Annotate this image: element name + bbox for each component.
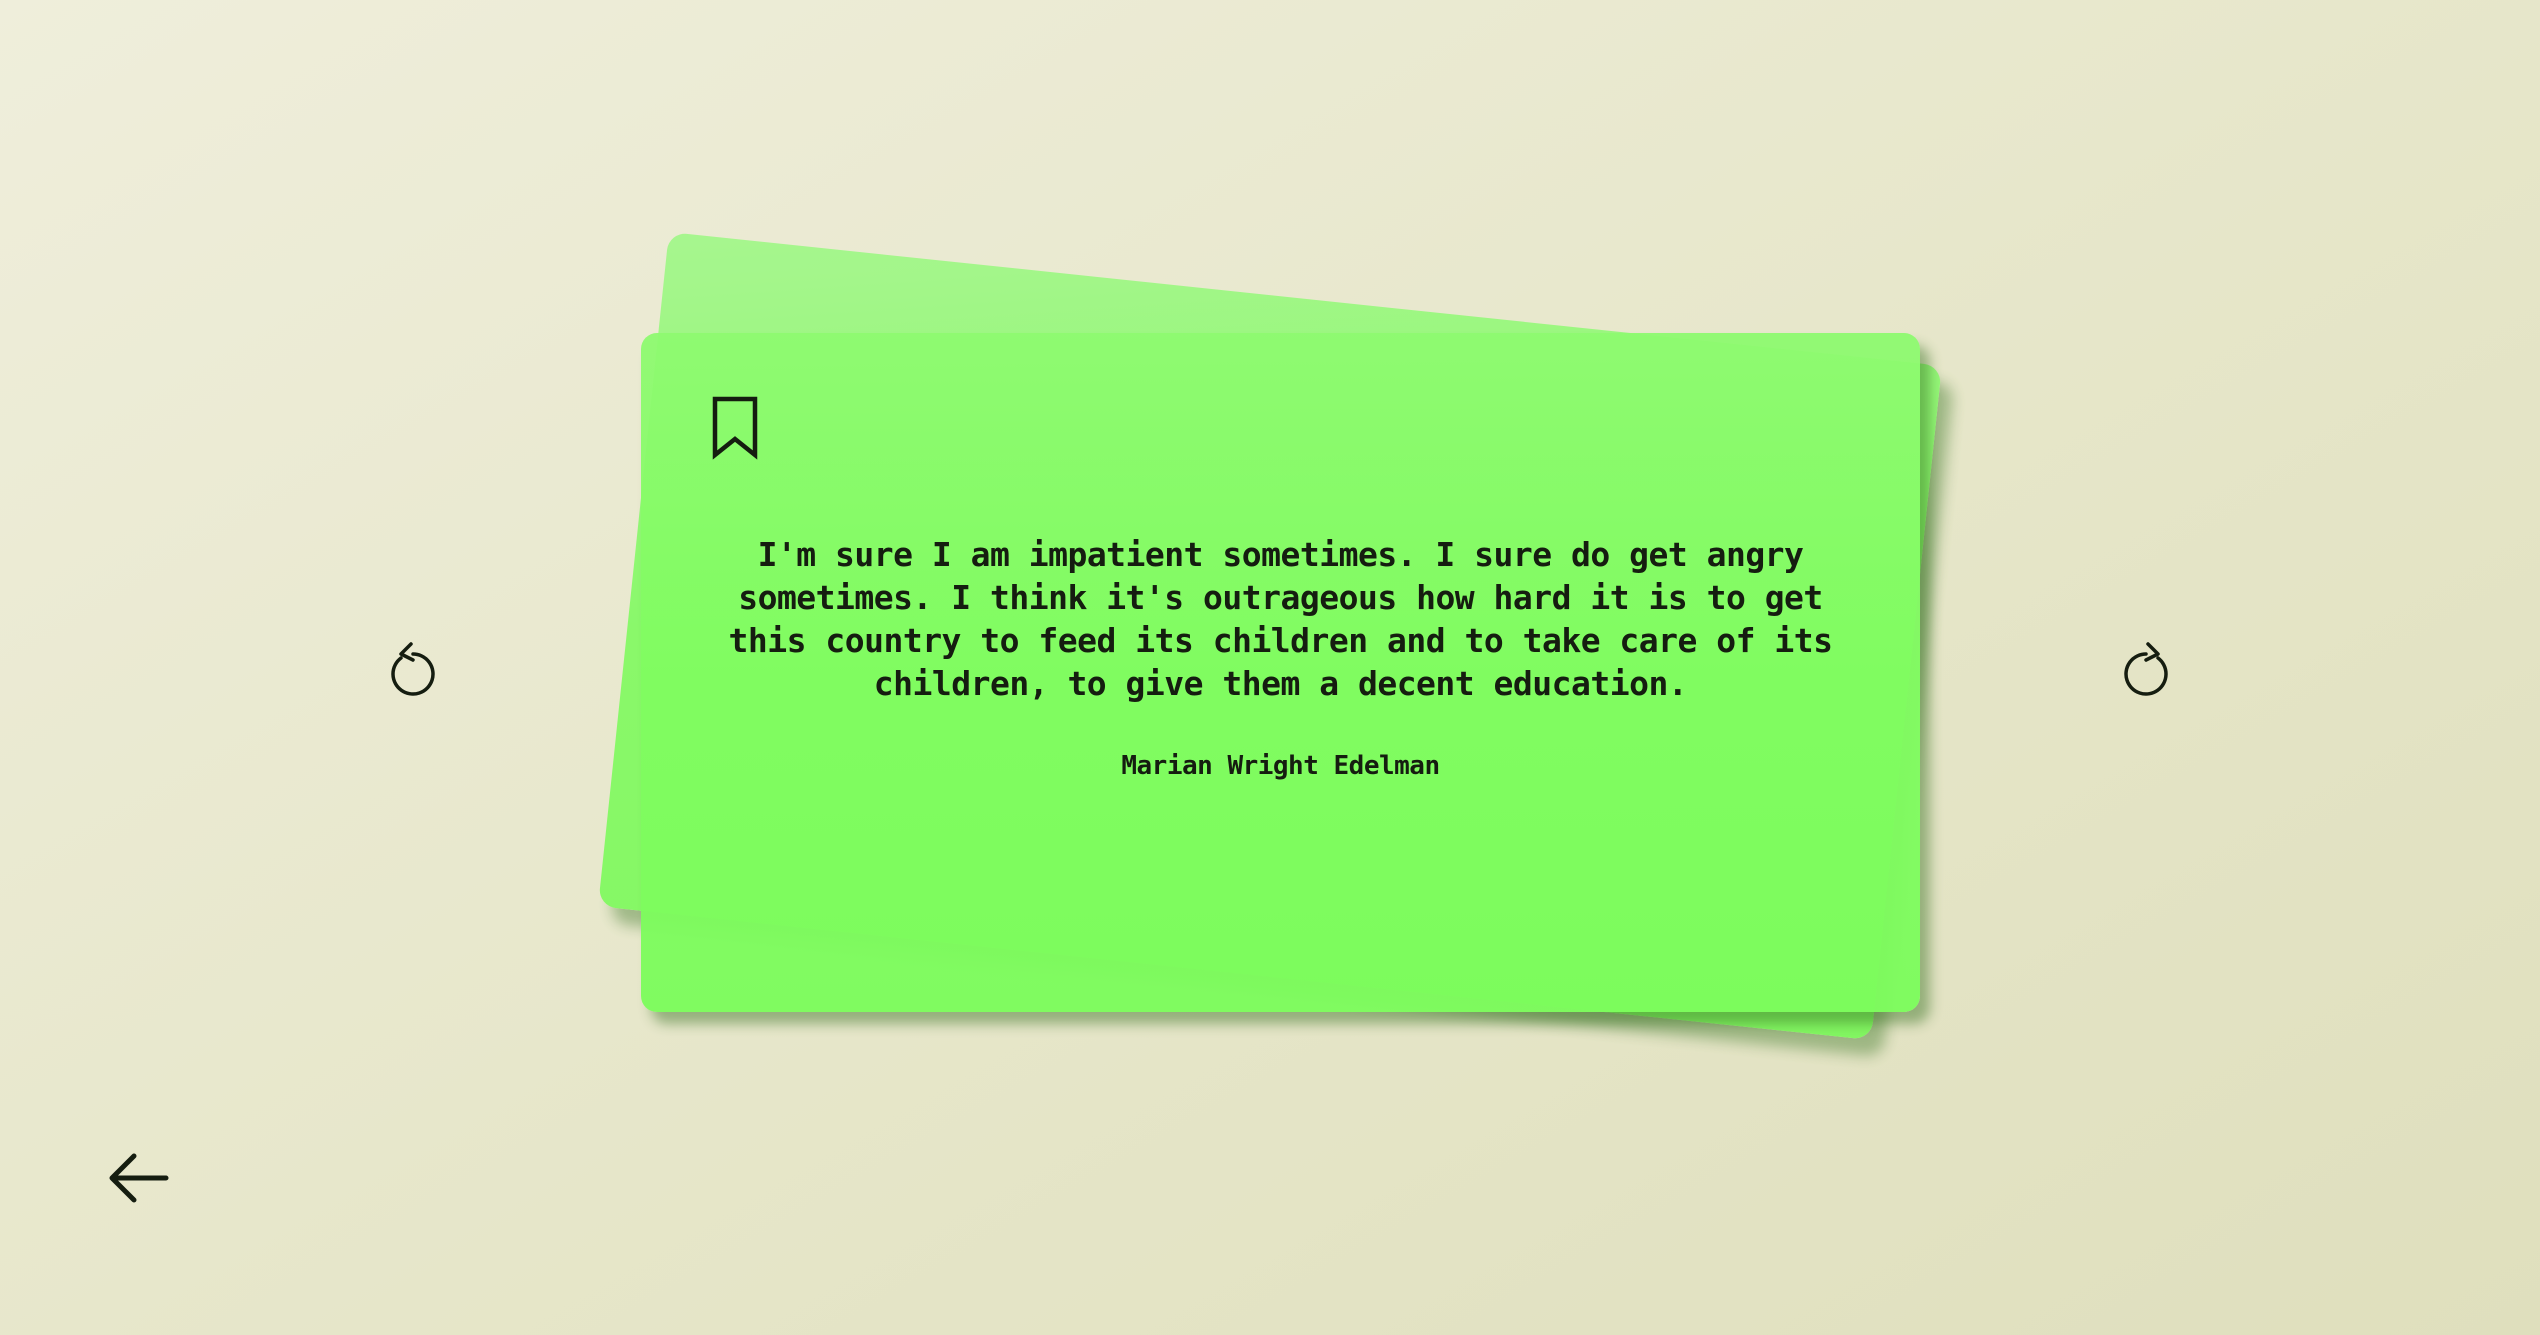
bookmark-icon[interactable] xyxy=(709,395,761,461)
quote-text: I'm sure I am impatient sometimes. I sur… xyxy=(728,535,1833,703)
quote-author: Marian Wright Edelman xyxy=(1121,751,1440,781)
quote-card: I'm sure I am impatient sometimes. I sur… xyxy=(641,333,1920,1012)
rotate-clockwise-icon[interactable] xyxy=(2120,640,2172,696)
arrow-left-icon[interactable] xyxy=(106,1150,170,1206)
rotate-counterclockwise-icon[interactable] xyxy=(387,640,439,696)
